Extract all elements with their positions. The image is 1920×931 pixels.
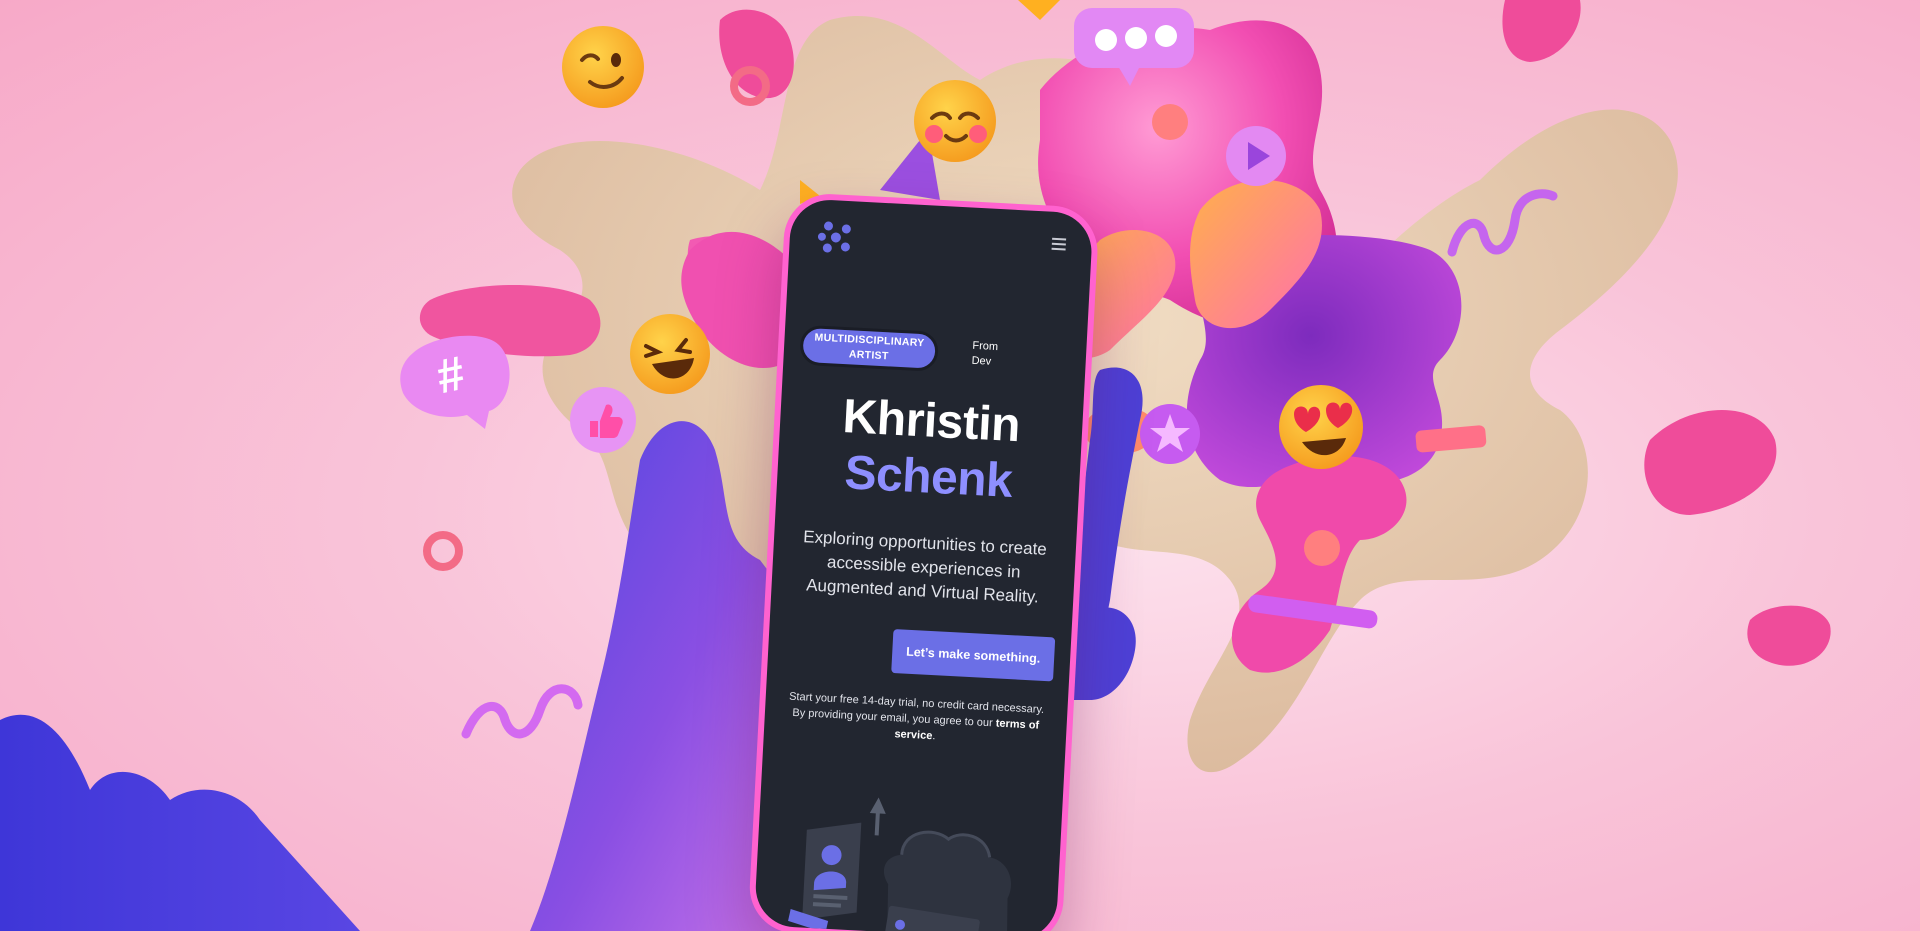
heart-eyes-emoji-icon bbox=[1279, 385, 1363, 469]
pink-blob-right-small bbox=[1747, 605, 1831, 666]
pink-blob-top-right bbox=[1502, 0, 1581, 62]
trial-fine-print: Start your free 14-day trial, no credit … bbox=[778, 688, 1054, 750]
terms-link-word2[interactable]: service bbox=[894, 728, 933, 742]
play-icon bbox=[1226, 126, 1286, 186]
tab2-label-line2: Dev bbox=[971, 354, 992, 368]
tab-multidisciplinary-artist[interactable]: MULTIDISCIPLINARY ARTIST bbox=[799, 324, 940, 372]
terms-link-word1[interactable]: terms of bbox=[995, 717, 1039, 731]
dot-orange-top bbox=[1152, 104, 1188, 140]
thumbs-up-icon bbox=[570, 387, 636, 453]
hero-tagline: Exploring opportunities to create access… bbox=[789, 525, 1058, 611]
hamburger-menu-icon[interactable] bbox=[1051, 237, 1067, 251]
role-tabs: MULTIDISCIPLINARY ARTIST From Dev bbox=[799, 324, 1087, 380]
star-icon bbox=[1140, 404, 1200, 464]
star-top bbox=[1018, 0, 1060, 20]
fine-print-suffix: . bbox=[932, 730, 936, 743]
hero-name: Khristin Schenk bbox=[776, 386, 1083, 514]
phone-frame: MULTIDISCIPLINARY ARTIST From Dev Khrist… bbox=[747, 191, 1100, 931]
profile-illustration bbox=[788, 797, 1012, 931]
phone-screen: MULTIDISCIPLINARY ARTIST From Dev Khrist… bbox=[753, 198, 1094, 931]
lets-make-something-button[interactable]: Let’s make something. bbox=[891, 628, 1056, 682]
hero-scene: # MULTIDISCIPLINARY ARTIST From Dev Khri… bbox=[0, 0, 1920, 931]
tab-label-line1: MULTIDISCIPLINARY bbox=[814, 331, 925, 350]
tab-label-line2: ARTIST bbox=[848, 348, 889, 363]
squiggle-left bbox=[461, 684, 583, 739]
tab2-label-line1: From bbox=[972, 339, 999, 353]
dot-orange-mid bbox=[1304, 530, 1340, 566]
holding-hand-finger bbox=[1090, 607, 1136, 700]
dots-logo-icon[interactable] bbox=[817, 220, 857, 256]
chat-bubble-icon bbox=[1074, 8, 1194, 86]
pink-blob-right bbox=[1644, 410, 1777, 515]
blush-emoji-icon bbox=[914, 80, 996, 162]
hashtag-bubble-icon: # bbox=[400, 335, 510, 429]
laughing-emoji-icon bbox=[630, 314, 710, 394]
left-hand bbox=[0, 714, 360, 931]
tab-frontend-developer[interactable]: From Dev bbox=[971, 338, 1013, 371]
ring-left bbox=[423, 531, 463, 571]
wink-emoji-icon bbox=[562, 26, 644, 108]
